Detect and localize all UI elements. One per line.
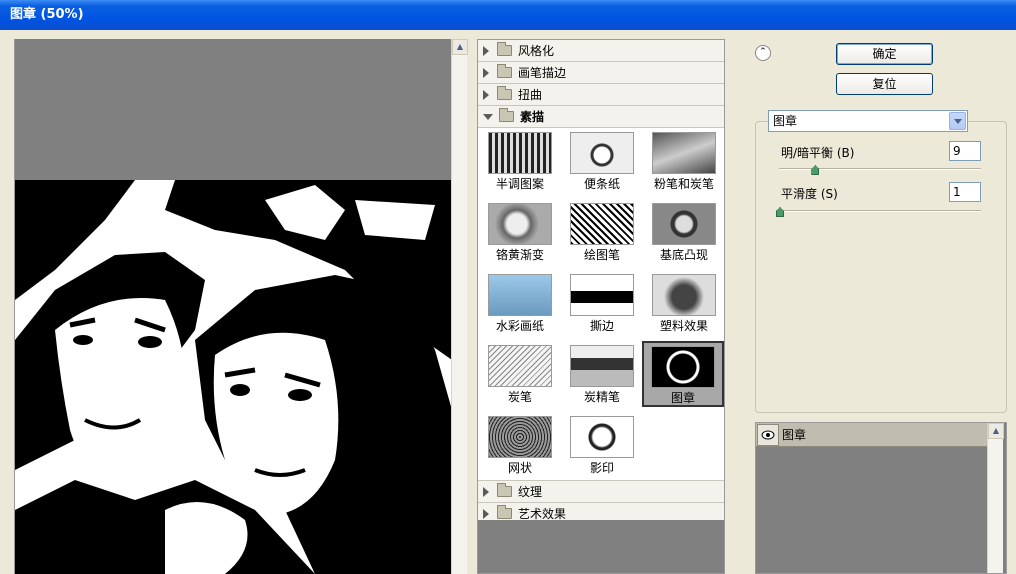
preview-image	[15, 180, 451, 574]
layers-scrollbar[interactable]: ▲	[987, 423, 1004, 573]
filter-thumb-reticulation[interactable]: 网状	[479, 413, 561, 479]
effect-layers-panel: 图章	[755, 422, 1007, 574]
thumb-image	[570, 345, 634, 387]
thumb-image	[488, 416, 552, 458]
expand-arrow-icon[interactable]	[483, 89, 489, 100]
light-dark-balance-input[interactable]: 9	[949, 141, 981, 161]
filter-thumb-graphic-pen[interactable]: 绘图笔	[561, 200, 643, 266]
filter-thumb-photocopy[interactable]: 影印	[561, 413, 643, 479]
title-bar: 图章 (50%)	[0, 0, 1016, 30]
preview-scrollbar[interactable]: ▲	[451, 39, 468, 574]
thumb-image	[488, 203, 552, 245]
filter-thumb-conte-crayon[interactable]: 炭精笔	[561, 342, 643, 408]
light-dark-balance-slider-track[interactable]	[779, 168, 981, 170]
filter-thumb-stamp[interactable]: 图章	[642, 341, 724, 407]
expand-arrow-icon[interactable]	[483, 508, 489, 519]
expand-arrow-icon[interactable]	[483, 67, 489, 78]
settings-panel	[755, 121, 1007, 413]
filter-thumb-halftone[interactable]: 半调图案	[479, 129, 561, 195]
folder-icon	[497, 64, 512, 78]
filter-thumb-water-paper[interactable]: 水彩画纸	[479, 271, 561, 337]
expand-arrow-icon[interactable]	[483, 45, 489, 56]
category-texture[interactable]: 纹理	[478, 481, 724, 503]
thumb-image	[488, 345, 552, 387]
effect-layer-row[interactable]: 图章	[756, 423, 988, 447]
filter-select[interactable]: 图章	[768, 110, 968, 132]
window-title: 图章 (50%)	[10, 7, 84, 22]
filter-thumb-bas-relief[interactable]: 基底凸现	[643, 200, 724, 266]
visibility-eye-icon[interactable]	[757, 423, 779, 446]
category-brush-strokes[interactable]: 画笔描边	[478, 62, 724, 84]
folder-icon	[497, 42, 512, 56]
expand-arrow-icon[interactable]	[483, 486, 489, 497]
smoothness-label: 平滑度 (S)	[781, 187, 838, 201]
filter-thumb-torn-edges[interactable]: 撕边	[561, 271, 643, 337]
thumb-image	[570, 416, 634, 458]
open-folder-icon	[499, 108, 514, 122]
smoothness-input[interactable]: 1	[949, 182, 981, 202]
thumb-image	[570, 203, 634, 245]
filter-thumb-chrome[interactable]: 铬黄渐变	[479, 200, 561, 266]
thumb-image	[488, 132, 552, 174]
thumb-image	[651, 346, 715, 388]
reset-button[interactable]: 复位	[836, 73, 933, 95]
thumb-image	[652, 274, 716, 316]
preview-area[interactable]	[14, 39, 451, 574]
sketch-thumbnails: 半调图案 便条纸 粉笔和炭笔 铬黄渐变 绘图笔 基底凸现 水彩画纸 撕边 塑料效…	[478, 128, 724, 481]
dialog-body: ▲ 风格化 画笔描边 扭曲 素描 半调图案 便条纸 粉笔和炭笔 铬黄渐变 绘图笔…	[0, 30, 1016, 574]
gallery-empty-area	[478, 520, 724, 573]
folder-icon	[497, 483, 512, 497]
category-sketch[interactable]: 素描	[478, 106, 724, 128]
scroll-up-arrow-icon[interactable]: ▲	[452, 39, 468, 55]
filter-thumb-chalk-charcoal[interactable]: 粉笔和炭笔	[643, 129, 724, 195]
collapse-gallery-icon[interactable]: ⌃	[755, 45, 771, 61]
filter-thumb-charcoal[interactable]: 炭笔	[479, 342, 561, 408]
category-distort[interactable]: 扭曲	[478, 84, 724, 106]
collapse-arrow-icon[interactable]	[483, 113, 493, 120]
filter-thumb-plaster[interactable]: 塑料效果	[643, 271, 724, 337]
smoothness-slider-track[interactable]	[779, 210, 981, 212]
light-dark-balance-label: 明/暗平衡 (B)	[781, 146, 855, 160]
thumb-image	[488, 274, 552, 316]
ok-button[interactable]: 确定	[836, 43, 933, 65]
category-stylize[interactable]: 风格化	[478, 40, 724, 62]
thumb-image	[570, 274, 634, 316]
thumb-image	[652, 132, 716, 174]
thumb-image	[652, 203, 716, 245]
filter-thumb-note-paper[interactable]: 便条纸	[561, 129, 643, 195]
filter-gallery[interactable]: 风格化 画笔描边 扭曲 素描 半调图案 便条纸 粉笔和炭笔 铬黄渐变 绘图笔 基…	[477, 39, 725, 574]
folder-icon	[497, 86, 512, 100]
folder-icon	[497, 505, 512, 519]
thumb-image	[570, 132, 634, 174]
scroll-up-arrow-icon[interactable]: ▲	[988, 423, 1004, 439]
dropdown-arrow-icon[interactable]	[949, 112, 966, 130]
